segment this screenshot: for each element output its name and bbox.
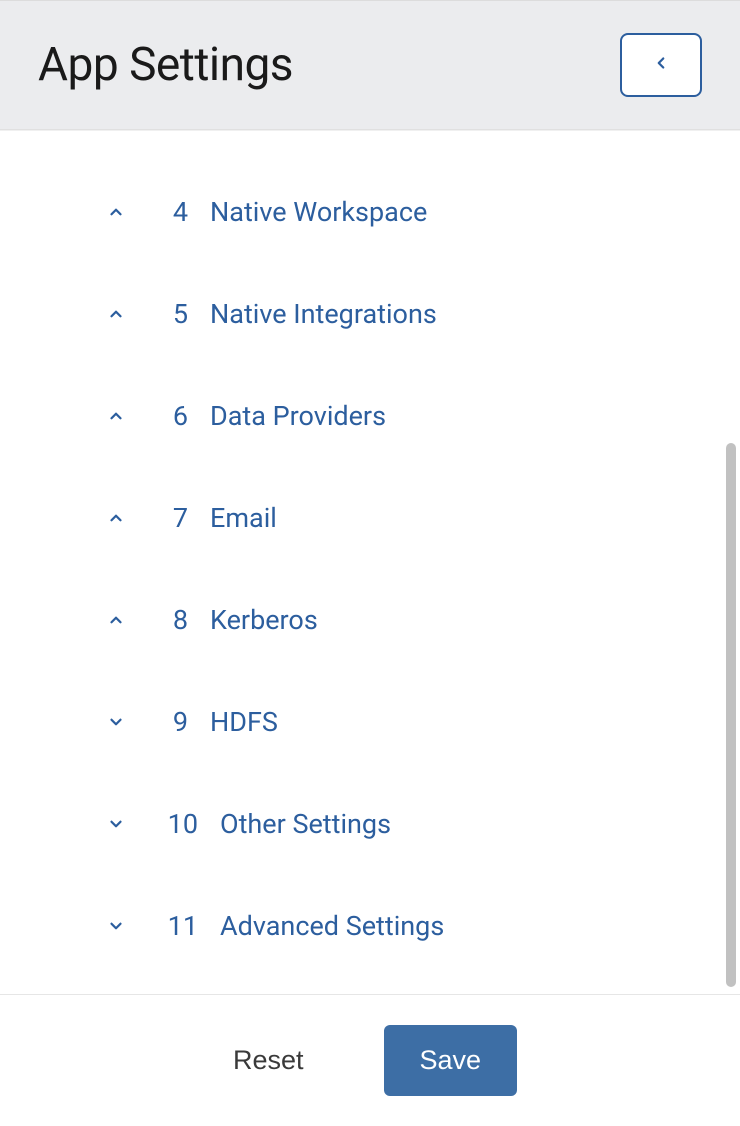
section-number: 6 <box>164 400 188 432</box>
header: App Settings <box>0 0 740 130</box>
section-number: 9 <box>164 706 188 738</box>
section-label: Data Providers <box>210 400 386 432</box>
section-number: 5 <box>164 298 188 330</box>
section-label: Kerberos <box>210 604 318 636</box>
section-number: 8 <box>164 604 188 636</box>
section-other-settings[interactable]: 10 Other Settings <box>0 773 724 875</box>
section-native-workspace[interactable]: 4 Native Workspace <box>0 161 724 263</box>
chevron-down-icon <box>104 710 128 734</box>
chevron-up-icon <box>104 302 128 326</box>
section-data-providers[interactable]: 6 Data Providers <box>0 365 724 467</box>
footer: Reset Save <box>0 994 740 1126</box>
chevron-up-icon <box>104 200 128 224</box>
section-number: 4 <box>164 196 188 228</box>
section-advanced-settings[interactable]: 11 Advanced Settings <box>0 875 724 977</box>
section-native-integrations[interactable]: 5 Native Integrations <box>0 263 724 365</box>
section-number: 11 <box>164 910 198 942</box>
scrollbar[interactable] <box>724 131 740 994</box>
sections-list: 4 Native Workspace 5 Native Integrations… <box>0 131 724 994</box>
section-kerberos[interactable]: 8 Kerberos <box>0 569 724 671</box>
section-label: Native Integrations <box>210 298 437 330</box>
section-number: 7 <box>164 502 188 534</box>
section-number: 10 <box>164 808 198 840</box>
page-title: App Settings <box>38 38 293 92</box>
section-label: Advanced Settings <box>220 910 444 942</box>
scrollbar-thumb[interactable] <box>726 443 736 987</box>
back-button[interactable] <box>620 33 702 97</box>
section-hdfs[interactable]: 9 HDFS <box>0 671 724 773</box>
chevron-down-icon <box>104 812 128 836</box>
content-area: 4 Native Workspace 5 Native Integrations… <box>0 130 740 994</box>
section-label: Email <box>210 502 277 534</box>
chevron-down-icon <box>104 914 128 938</box>
section-label: Other Settings <box>220 808 391 840</box>
chevron-up-icon <box>104 506 128 530</box>
reset-button[interactable]: Reset <box>223 1027 314 1094</box>
chevron-left-icon <box>652 54 670 76</box>
section-label: HDFS <box>210 706 278 738</box>
section-label: Native Workspace <box>210 196 427 228</box>
chevron-up-icon <box>104 404 128 428</box>
chevron-up-icon <box>104 608 128 632</box>
section-email[interactable]: 7 Email <box>0 467 724 569</box>
save-button[interactable]: Save <box>384 1025 518 1096</box>
